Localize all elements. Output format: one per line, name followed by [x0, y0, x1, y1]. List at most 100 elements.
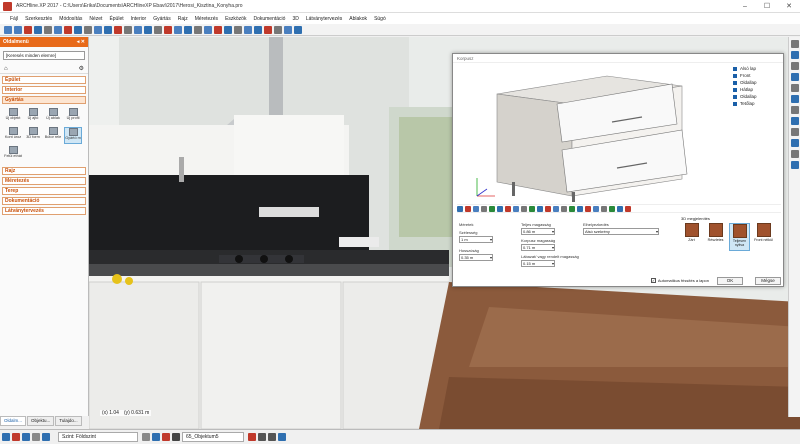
door-icon[interactable] [204, 25, 212, 34]
placement-select[interactable]: Alsó szekrény ▾ [583, 228, 659, 235]
menu-item-3[interactable]: Nézet [89, 16, 102, 22]
dialog-tool-icon[interactable] [529, 205, 535, 212]
fit-icon[interactable] [791, 84, 799, 92]
dialog-tool-icon[interactable] [545, 205, 551, 212]
dialog-tool-icon[interactable] [505, 205, 511, 212]
grid-icon[interactable] [174, 25, 182, 34]
dialog-tool-icon[interactable] [617, 205, 623, 212]
dialog-tool-icon[interactable] [489, 205, 495, 212]
category-interior[interactable]: Interior [2, 86, 86, 94]
ok-button[interactable]: OK [717, 276, 743, 285]
dialog-tool-icon[interactable] [577, 205, 583, 212]
print-icon[interactable] [34, 25, 42, 34]
tool-new-door[interactable]: Új ajtó [24, 108, 42, 125]
category-dokumentacio[interactable]: Dokumentáció [2, 197, 86, 205]
part-item[interactable]: Hátlap [733, 87, 757, 92]
tab-objektum[interactable]: Objektu... [27, 416, 55, 426]
tool-new-object[interactable]: Új objekt [4, 108, 22, 125]
search-input[interactable]: [Keresés minden elemre] [3, 51, 85, 60]
undo-icon[interactable] [44, 25, 52, 34]
dialog-tool-icon[interactable] [465, 205, 471, 212]
part-item[interactable]: Tetőlap [733, 101, 757, 106]
object-selector[interactable]: 65_Objektum5 [182, 432, 244, 442]
dialog-tool-icon[interactable] [497, 205, 503, 212]
view-icon[interactable] [42, 433, 50, 441]
category-meretezes[interactable]: Méretezés [2, 177, 86, 185]
tool-manufacturer[interactable]: Gyártó m [64, 127, 82, 144]
color-icon[interactable] [248, 433, 256, 441]
menu-item-13[interactable]: Ablakok [349, 16, 367, 22]
pin-close-icons[interactable]: ◂ ✕ [77, 39, 85, 45]
length-input[interactable]: 0.35 m ▾ [459, 254, 493, 261]
layer-icon[interactable] [32, 433, 40, 441]
home-icon[interactable]: ⌂ [4, 66, 8, 72]
menu-item-0[interactable]: Fájl [10, 16, 18, 22]
tab-tulajdonsagok[interactable]: Tulajdo... [55, 416, 82, 426]
roof-icon[interactable] [234, 25, 242, 34]
dialog-tool-icon[interactable] [473, 205, 479, 212]
layers-icon[interactable] [791, 95, 799, 103]
zoom-out-icon[interactable] [791, 51, 799, 59]
material-icon[interactable] [791, 128, 799, 136]
category-latvanytervezes[interactable]: Látványtervezés [2, 207, 86, 215]
minimize-button[interactable]: – [734, 3, 756, 10]
measure-icon[interactable] [154, 25, 162, 34]
ortho-icon[interactable] [22, 433, 30, 441]
pattern-icon[interactable] [268, 433, 276, 441]
pan-icon[interactable] [144, 25, 152, 34]
brush-icon[interactable] [162, 433, 170, 441]
pen-icon[interactable] [142, 433, 150, 441]
redo-icon[interactable] [54, 25, 62, 34]
dimension-icon[interactable] [274, 25, 282, 34]
slab-icon[interactable] [244, 25, 252, 34]
snap-icon[interactable] [184, 25, 192, 34]
rotate-icon[interactable] [114, 25, 122, 34]
menu-item-9[interactable]: Eszközök [225, 16, 246, 22]
save-icon[interactable] [24, 25, 32, 34]
line-style-icon[interactable] [258, 433, 266, 441]
menu-item-11[interactable]: 3D [292, 16, 298, 22]
variant-closed[interactable]: Zárt [681, 223, 702, 251]
tool-new-profile[interactable]: Új profil [64, 108, 82, 125]
camera-icon[interactable] [791, 106, 799, 114]
dialog-tool-icon[interactable] [481, 205, 487, 212]
tool-new-window[interactable]: Új ablak [44, 108, 62, 125]
dialog-tool-icon[interactable] [561, 205, 567, 212]
section-icon[interactable] [791, 150, 799, 158]
category-gyartas[interactable]: Gyártás [2, 96, 86, 104]
category-rajz[interactable]: Rajz [2, 167, 86, 175]
pan-icon[interactable] [791, 62, 799, 70]
copy-icon[interactable] [74, 25, 82, 34]
menu-item-8[interactable]: Méretezés [195, 16, 218, 22]
mirror-icon[interactable] [124, 25, 132, 34]
menu-item-12[interactable]: Látványtervezés [306, 16, 342, 22]
column-icon[interactable] [254, 25, 262, 34]
dialog-tool-icon[interactable] [609, 205, 615, 212]
auto-update-checkbox[interactable]: ✓ Automatikus frissítés a lapon [650, 278, 709, 283]
zoom-in-icon[interactable] [791, 40, 799, 48]
menu-item-6[interactable]: Gyártás [153, 16, 171, 22]
category-terep[interactable]: Terep [2, 187, 86, 195]
dialog-tool-icon[interactable] [537, 205, 543, 212]
menu-item-1[interactable]: Szerkesztés [25, 16, 52, 22]
layout-icon[interactable] [278, 433, 286, 441]
dialog-tool-icon[interactable] [553, 205, 559, 212]
paste-icon[interactable] [84, 25, 92, 34]
stair-icon[interactable] [224, 25, 232, 34]
dialog-tool-icon[interactable] [513, 205, 519, 212]
level-selector[interactable]: Szint: Földszint [58, 432, 138, 442]
cabinet-preview[interactable] [457, 64, 727, 206]
variant-detailed[interactable]: Részletes [705, 223, 726, 251]
render-icon[interactable] [284, 25, 292, 34]
arrow-icon[interactable] [152, 433, 160, 441]
layer-icon[interactable] [164, 25, 172, 34]
plinth-height-input[interactable]: 0.15 m ▾ [521, 260, 555, 267]
dialog-tool-icon[interactable] [521, 205, 527, 212]
variant-no-front[interactable]: Front nélkül [753, 223, 774, 251]
tool-furniture[interactable]: Bútor rele [44, 127, 62, 144]
gear-icon[interactable]: ⚙ [79, 65, 84, 72]
total-height-input[interactable]: 0.86 m ▾ [521, 228, 555, 235]
zoom-icon[interactable] [134, 25, 142, 34]
settings-icon[interactable] [294, 25, 302, 34]
tool-contour[interactable]: Kont úroz [4, 127, 22, 144]
